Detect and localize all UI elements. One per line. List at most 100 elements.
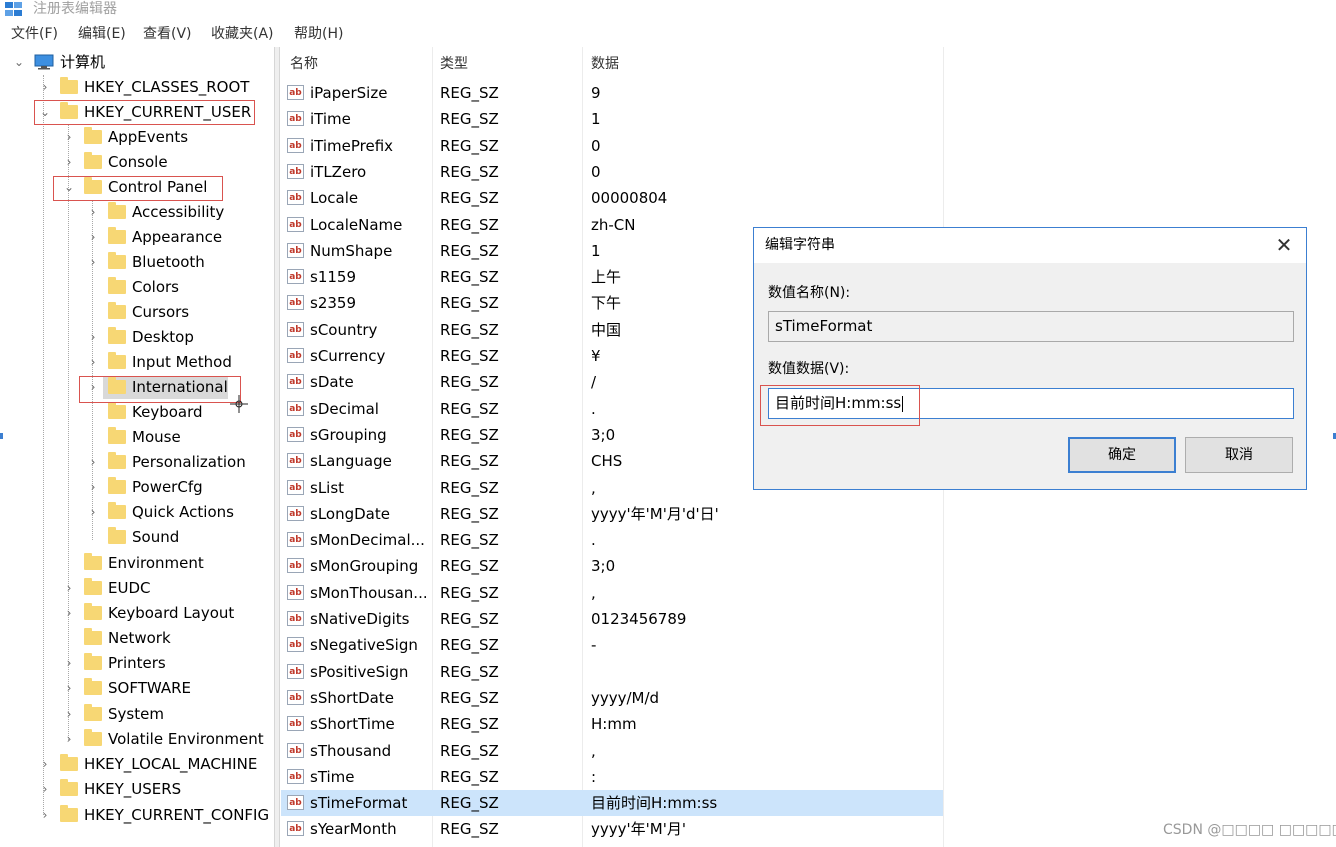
value-type: REG_SZ	[440, 504, 499, 523]
value-name: sTime	[310, 767, 355, 786]
folder-icon	[108, 302, 126, 319]
chevron-right-icon[interactable]: ›	[62, 727, 76, 751]
value-data: 下午	[591, 294, 622, 313]
value-row[interactable]: ab Locale REG_SZ 00000804	[281, 185, 943, 211]
column-header-type[interactable]: 类型	[440, 55, 468, 73]
tree-item-label: Volatile Environment	[108, 730, 264, 748]
tree-item-label: Cursors	[132, 303, 190, 321]
folder-icon	[108, 227, 126, 244]
folder-icon	[108, 327, 126, 344]
value-type: REG_SZ	[440, 662, 499, 681]
chevron-right-icon[interactable]: ›	[86, 250, 100, 274]
string-value-icon: ab	[287, 453, 304, 469]
chevron-right-icon[interactable]: ›	[62, 702, 76, 726]
value-name: iPaperSize	[310, 84, 388, 102]
value-name: LocaleName	[310, 215, 403, 234]
value-name: sGrouping	[310, 425, 387, 444]
value-row[interactable]: ab iTLZero REG_SZ 0	[281, 159, 943, 185]
value-row[interactable]: ab sMonGrouping REG_SZ 3;0	[281, 553, 943, 579]
tree-pane[interactable]: ⌄ 计算机 › HKEY_CLASSES_ROOT ⌄ HKEY_CURRENT…	[0, 47, 273, 847]
value-type: REG_SZ	[440, 794, 499, 813]
value-row[interactable]: ab sPositiveSign REG_SZ	[281, 659, 943, 685]
value-row[interactable]: ab sMonDecimal... REG_SZ.	[281, 527, 943, 553]
column-header-name[interactable]: 名称	[290, 55, 318, 73]
menu-favorites[interactable]: 收藏夹(A)	[211, 25, 274, 43]
folder-icon	[108, 252, 126, 269]
chevron-right-icon[interactable]: ›	[38, 75, 52, 99]
value-row[interactable]: ab iTimePrefix REG_SZ 0	[281, 133, 943, 159]
value-type: REG_SZ	[440, 347, 499, 365]
value-data: H:mm	[591, 715, 637, 734]
string-value-icon: ab	[287, 111, 304, 127]
string-value-icon: ab	[287, 716, 304, 732]
value-row[interactable]: ab sNativeDigits REG_SZ 0123456789	[281, 606, 943, 632]
value-row[interactable]: ab sShortTime REG_SZ H:mm	[281, 711, 943, 737]
value-row[interactable]: ab sShortDate REG_SZ yyyy/M/d	[281, 685, 943, 711]
chevron-down-icon[interactable]: ⌄	[12, 50, 26, 74]
chevron-right-icon[interactable]: ›	[86, 325, 100, 349]
chevron-right-icon[interactable]: ›	[86, 500, 100, 524]
chevron-right-icon[interactable]: ›	[62, 150, 76, 174]
string-value-icon: ab	[287, 163, 304, 179]
menu-edit[interactable]: 编辑(E)	[78, 25, 126, 43]
window-edge-marker	[0, 433, 3, 439]
pane-splitter[interactable]	[274, 47, 280, 847]
value-type: REG_SZ	[440, 478, 499, 497]
chevron-right-icon[interactable]: ›	[86, 225, 100, 249]
folder-icon	[108, 502, 126, 519]
folder-icon	[60, 805, 78, 822]
menu-file[interactable]: 文件(F)	[11, 25, 58, 43]
tree-item-label: PowerCfg	[132, 478, 203, 496]
title-bar: 注册表编辑器	[0, 0, 1336, 20]
close-icon[interactable]: ✕	[1270, 232, 1298, 258]
tree-item-label: Accessibility	[132, 203, 225, 221]
string-value-icon: ab	[287, 505, 304, 521]
value-row[interactable]: ab sYearMonth REG_SZ yyyy'年'M'月'	[281, 816, 943, 842]
chevron-right-icon[interactable]: ›	[86, 450, 100, 474]
string-value-icon: ab	[287, 768, 304, 784]
value-row[interactable]: ab sNegativeSign REG_SZ -	[281, 632, 943, 658]
chevron-right-icon[interactable]: ›	[62, 601, 76, 625]
value-row[interactable]: ab sLongDate REG_SZ yyyy'年'M'月'd'日'	[281, 501, 943, 527]
value-name: sDecimal	[310, 399, 379, 418]
cancel-button[interactable]: 取消	[1185, 437, 1293, 473]
tree-item-label: EUDC	[108, 579, 151, 597]
chevron-right-icon[interactable]: ›	[62, 651, 76, 675]
chevron-right-icon[interactable]: ›	[62, 576, 76, 600]
value-name: sLanguage	[310, 452, 392, 471]
value-type: REG_SZ	[440, 215, 499, 234]
value-type: REG_SZ	[440, 294, 499, 313]
value-row[interactable]: ab sThousand REG_SZ,	[281, 738, 943, 764]
tree-item-label: Personalization	[132, 453, 246, 471]
chevron-right-icon[interactable]: ›	[38, 752, 52, 776]
chevron-right-icon[interactable]: ›	[62, 125, 76, 149]
value-row[interactable]: ab sTimeFormat REG_SZ 目前时间H:mm:ss	[281, 790, 943, 817]
value-row[interactable]: ab iTime REG_SZ 1	[281, 106, 943, 132]
value-data: yyyy'年'M'月'd'日'	[591, 504, 719, 523]
menu-help[interactable]: 帮助(H)	[294, 25, 343, 43]
ok-button[interactable]: 确定	[1068, 437, 1176, 473]
chevron-right-icon[interactable]: ›	[86, 475, 100, 499]
value-data: 00000804	[591, 189, 668, 208]
value-type: REG_SZ	[440, 268, 499, 287]
tree-item-label: 计算机	[60, 53, 106, 71]
window-title: 注册表编辑器	[33, 1, 117, 17]
chevron-right-icon[interactable]: ›	[86, 350, 100, 374]
value-type: REG_SZ	[440, 162, 499, 181]
value-data: zh-CN	[591, 215, 636, 234]
chevron-right-icon[interactable]: ›	[86, 200, 100, 224]
folder-icon	[84, 603, 102, 620]
value-type: REG_SZ	[440, 399, 499, 418]
chevron-right-icon[interactable]: ›	[62, 676, 76, 700]
value-row[interactable]: ab sTime REG_SZ:	[281, 764, 943, 790]
chevron-right-icon[interactable]: ›	[38, 803, 52, 827]
menu-view[interactable]: 查看(V)	[143, 25, 192, 43]
chevron-right-icon[interactable]: ›	[38, 777, 52, 801]
value-row[interactable]: ab sMonThousan... REG_SZ,	[281, 580, 943, 606]
value-name-field[interactable]: sTimeFormat	[768, 311, 1294, 342]
folder-icon	[84, 729, 102, 746]
value-name-text: sTimeFormat	[775, 317, 873, 335]
column-header-data[interactable]: 数据	[591, 55, 619, 73]
annotation-box	[53, 176, 223, 201]
value-row[interactable]: ab iPaperSize REG_SZ 9	[281, 80, 943, 106]
